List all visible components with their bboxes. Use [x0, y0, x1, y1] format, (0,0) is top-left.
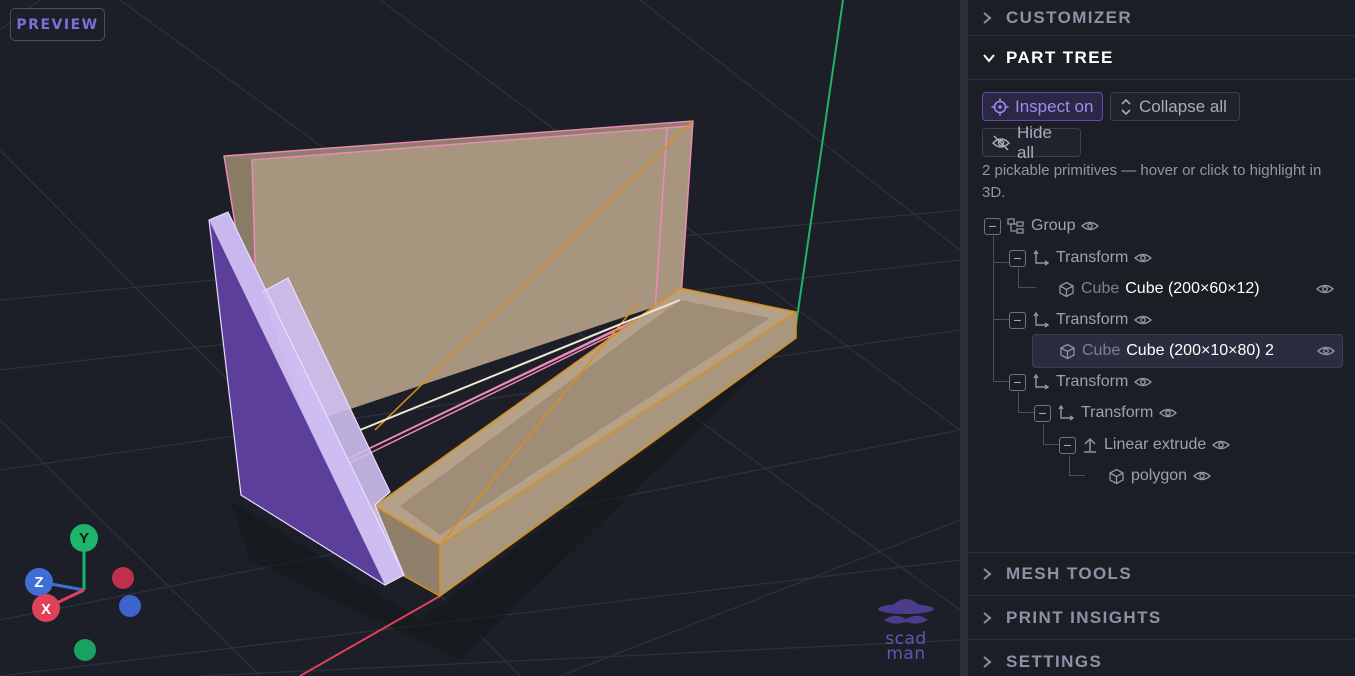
tree-node-transform[interactable]: − Transform — [1034, 398, 1178, 428]
chevron-down-icon — [982, 53, 1006, 63]
eye-icon[interactable] — [1081, 220, 1100, 232]
collapse-node-icon[interactable]: − — [1009, 311, 1026, 329]
preview-badge: PREVIEW — [10, 8, 105, 41]
tree-node-label: Transform — [1081, 404, 1154, 421]
section-print-insights-label: PRINT INSIGHTS — [1006, 607, 1162, 627]
tree-node-label: Transform — [1056, 249, 1129, 266]
cube-icon — [1060, 343, 1075, 359]
chevron-right-icon — [982, 11, 1006, 25]
transform-axes-icon — [1033, 373, 1050, 390]
gizmo-neg-x-handle — [112, 567, 134, 589]
tree-node-transform[interactable]: − Transform — [1009, 305, 1153, 335]
gizmo-neg-z-handle — [119, 595, 141, 617]
inspect-button-label: Inspect on — [1015, 96, 1094, 116]
section-customizer-label: CUSTOMIZER — [1006, 7, 1133, 27]
tree-node-transform[interactable]: − Transform — [1009, 243, 1153, 273]
section-print-insights[interactable]: PRINT INSIGHTS — [968, 596, 1355, 640]
section-settings[interactable]: SETTINGS — [968, 640, 1355, 676]
tree-guide — [993, 318, 1009, 382]
pickable-hint: 2 pickable primitives — hover or click t… — [982, 162, 1322, 201]
tree-node-label: Transform — [1056, 373, 1129, 390]
collapse-node-icon[interactable]: − — [1009, 249, 1026, 267]
section-customizer[interactable]: CUSTOMIZER — [968, 0, 1355, 36]
tree-node-type: Cube — [1081, 280, 1120, 297]
collapse-node-icon[interactable]: − — [1059, 436, 1076, 454]
group-tree-icon — [1007, 218, 1024, 234]
eye-icon[interactable] — [1316, 283, 1334, 295]
eye-icon[interactable] — [1193, 470, 1212, 482]
eye-icon[interactable] — [1134, 252, 1153, 264]
tree-node-linear-extrude[interactable]: − Linear extrude — [1059, 430, 1231, 460]
tree-node-polygon[interactable]: polygon — [1108, 461, 1212, 491]
tree-node-transform[interactable]: − Transform — [1009, 367, 1153, 397]
tree-node-type: Cube — [1082, 342, 1121, 359]
chevron-right-icon — [982, 655, 1006, 669]
scadman-logo: scad man — [876, 592, 936, 668]
transform-axes-icon — [1058, 404, 1075, 421]
hat-mustache-icon — [878, 599, 934, 624]
panel-splitter[interactable] — [960, 0, 968, 676]
cube-icon — [1059, 281, 1074, 297]
tree-node-label: Linear extrude — [1104, 436, 1207, 453]
eye-icon[interactable] — [1134, 314, 1153, 326]
axis-gizmo[interactable]: Y Z X — [20, 518, 150, 663]
inspect-toggle-button[interactable]: Inspect on — [982, 92, 1103, 121]
hide-button-label: Hide all — [1017, 122, 1052, 162]
tree-node-label: polygon — [1131, 467, 1188, 484]
eye-icon[interactable] — [1134, 376, 1153, 388]
collapse-node-icon[interactable]: − — [984, 217, 1001, 235]
section-mesh-tools[interactable]: MESH TOOLS — [968, 552, 1355, 596]
eye-icon[interactable] — [1317, 345, 1335, 357]
gizmo-x-label: X — [41, 601, 51, 618]
transform-axes-icon — [1033, 249, 1050, 266]
eye-icon[interactable] — [1159, 407, 1178, 419]
tree-node-label: Group — [1031, 217, 1076, 234]
tree-node-cube-selected[interactable]: Cube Cube (200×10×80) 2 — [1032, 334, 1343, 368]
chevron-right-icon — [982, 567, 1006, 581]
gizmo-neg-y-handle — [74, 639, 96, 661]
tree-node-label: Cube (200×10×80) 2 — [1126, 342, 1274, 359]
tree-node-group[interactable]: − Group — [984, 211, 1100, 241]
extrude-arrow-icon — [1084, 437, 1096, 453]
cube-icon — [1109, 468, 1124, 484]
collapse-all-button[interactable]: Collapse all — [1110, 92, 1240, 121]
tree-guide — [993, 262, 1009, 320]
gizmo-y-label: Y — [79, 530, 89, 547]
eye-icon[interactable] — [1212, 439, 1231, 451]
collapse-node-icon[interactable]: − — [1034, 404, 1051, 422]
collapse-node-icon[interactable]: − — [1009, 373, 1026, 391]
chevron-right-icon — [982, 611, 1006, 625]
section-part-tree-label: PART TREE — [1006, 47, 1114, 67]
side-panel: CUSTOMIZER PART TREE Inspect on Collapse… — [968, 0, 1355, 676]
gizmo-z-label: Z — [34, 574, 43, 591]
tree-node-label: Cube (200×60×12) — [1125, 280, 1260, 297]
tree-node-label: Transform — [1056, 311, 1129, 328]
transform-axes-icon — [1033, 311, 1050, 328]
section-mesh-tools-label: MESH TOOLS — [1006, 564, 1133, 583]
crosshair-icon — [991, 98, 1009, 115]
logo-text-man: man — [886, 644, 926, 664]
eye-off-icon — [991, 134, 1011, 151]
section-settings-label: SETTINGS — [1006, 652, 1103, 671]
section-part-tree[interactable]: PART TREE — [968, 36, 1355, 80]
collapse-button-label: Collapse all — [1139, 96, 1227, 116]
unfold-icon — [1121, 98, 1131, 115]
3d-viewport[interactable]: PREVIEW Y Z X scad man — [0, 0, 960, 676]
hide-all-button[interactable]: Hide all — [982, 123, 1081, 162]
tree-node-cube[interactable]: Cube Cube (200×60×12) — [1032, 274, 1342, 304]
